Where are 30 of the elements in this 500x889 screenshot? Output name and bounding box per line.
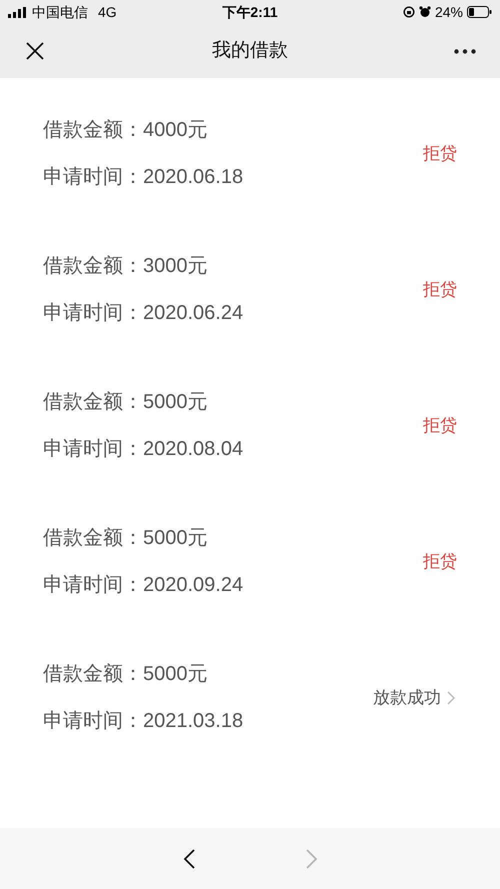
application-date: 申请时间：2020.06.24	[43, 301, 244, 326]
carrier-name: 中国电信	[32, 2, 88, 22]
more-icon	[454, 48, 476, 54]
alarm-clock-icon	[418, 6, 431, 18]
chevron-right-icon	[304, 848, 318, 870]
signal-icon	[8, 6, 28, 18]
loan-amount: 借款金额：5000元	[43, 390, 208, 415]
loan-status: 拒贷	[423, 415, 457, 438]
loan-amount: 借款金额：3000元	[43, 254, 208, 279]
battery-percent: 24%	[434, 2, 463, 22]
loan-status: 拒贷	[423, 143, 457, 166]
loan-status: 放款成功	[373, 687, 441, 710]
page-title: 我的借款	[212, 38, 288, 63]
loan-amount: 借款金额：5000元	[43, 526, 208, 551]
application-date: 申请时间：2020.06.18	[43, 165, 244, 190]
application-date: 申请时间：2020.09.24	[43, 573, 244, 598]
loan-amount: 借款金额：5000元	[43, 662, 208, 687]
loan-amount: 借款金额：4000元	[43, 118, 208, 143]
close-icon	[26, 42, 44, 60]
loan-status: 拒贷	[423, 551, 457, 574]
rotation-lock-icon	[402, 6, 415, 18]
application-date: 申请时间：2020.08.04	[43, 437, 244, 462]
chevron-left-icon	[182, 848, 196, 870]
loan-status: 拒贷	[423, 279, 457, 302]
status-time: 下午2:11	[222, 2, 278, 22]
network-type: 4G	[98, 2, 117, 22]
close-button[interactable]	[24, 40, 46, 62]
application-date: 申请时间：2021.03.18	[43, 709, 244, 734]
chevron-right-icon	[447, 691, 455, 705]
battery-icon	[467, 6, 492, 18]
